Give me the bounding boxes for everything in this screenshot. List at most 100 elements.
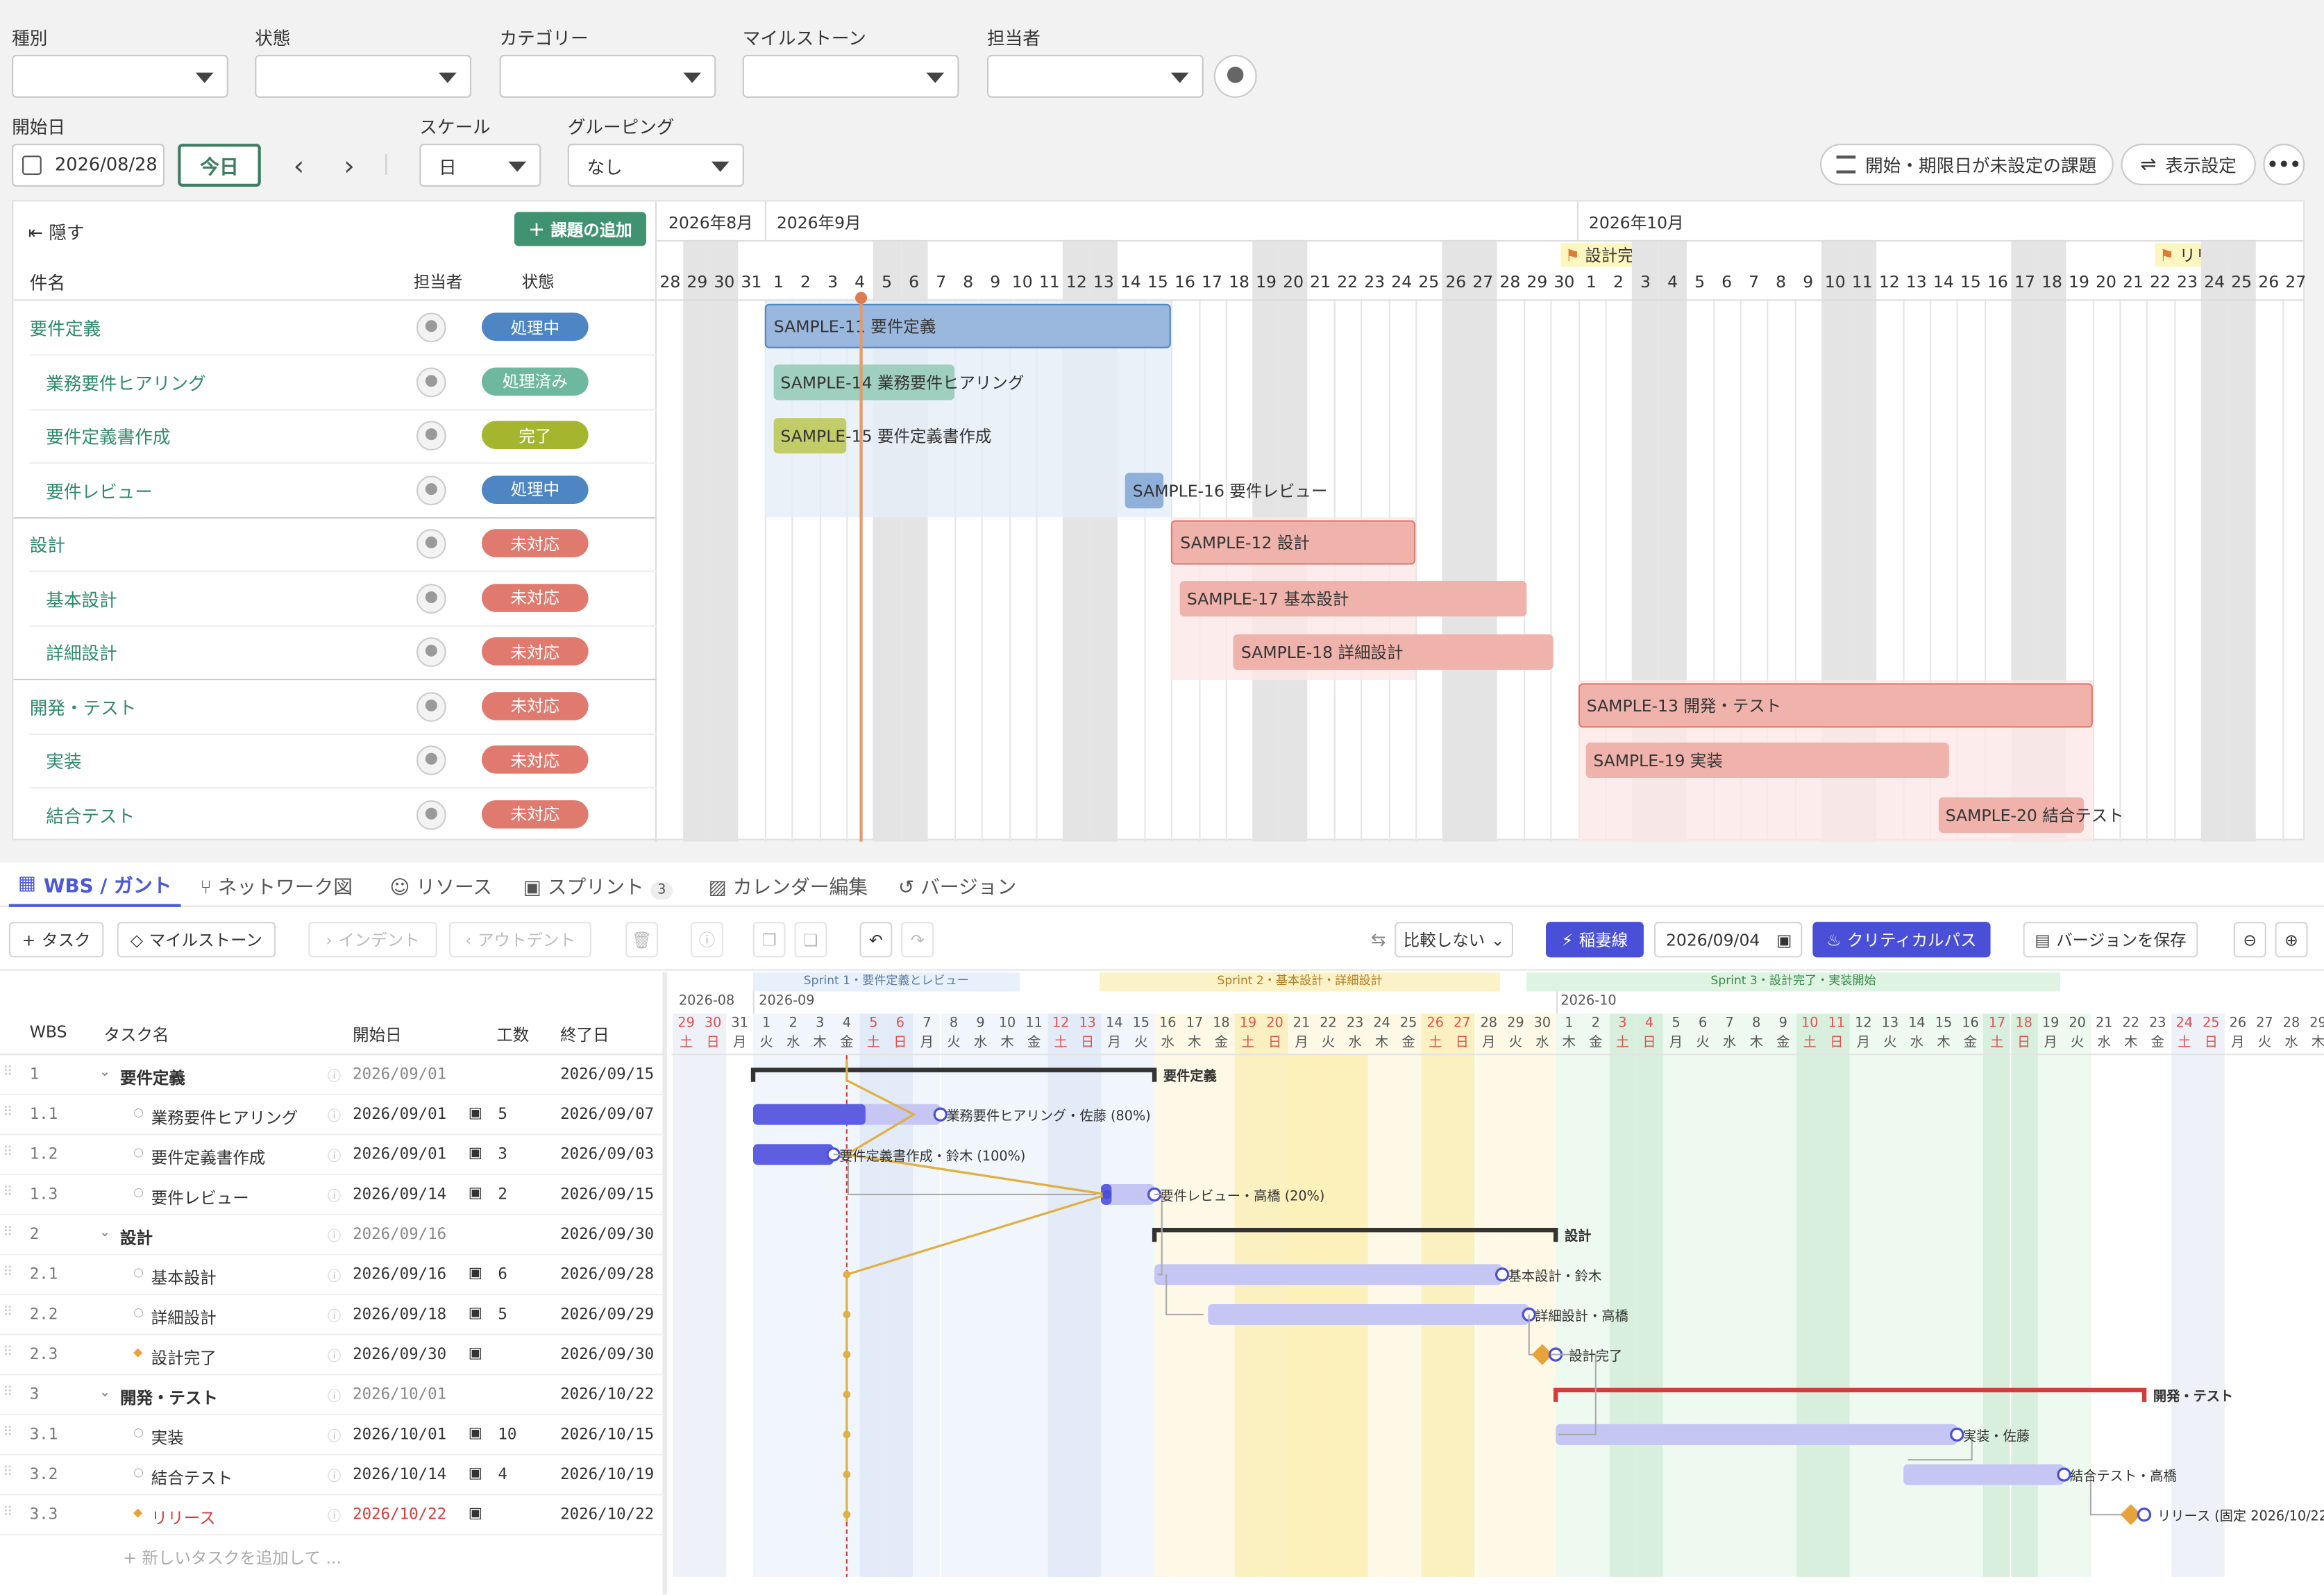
status-select[interactable] (255, 55, 471, 98)
effort[interactable]: 5 (498, 1306, 507, 1324)
gantt-bar[interactable]: SAMPLE-17 基本設計 (1179, 580, 1526, 616)
calendar-icon[interactable]: ▣ (469, 1146, 482, 1162)
drag-handle-icon[interactable]: ⠿ (3, 1226, 12, 1240)
tab-network[interactable]: ⑂ ネットワーク図 (200, 871, 353, 900)
summary-bar[interactable] (750, 1067, 1157, 1082)
paste-button[interactable]: ❏ (794, 922, 827, 958)
issue-name[interactable]: 設計 (30, 532, 65, 557)
task-name[interactable]: 詳細設計 (151, 1306, 217, 1329)
tab-resource[interactable]: ☺ リソース (390, 871, 492, 900)
indent-button[interactable]: › インデント (308, 922, 437, 958)
calendar-icon[interactable]: ▣ (469, 1466, 482, 1482)
effort[interactable]: 2 (498, 1185, 507, 1204)
calendar-icon[interactable]: ▣ (469, 1185, 482, 1201)
status-badge[interactable]: 処理中 (481, 312, 589, 341)
task-name[interactable]: 業務要件ヒアリング (151, 1106, 298, 1129)
task-bar[interactable] (1556, 1424, 1957, 1445)
gantt-bar[interactable]: SAMPLE-11 要件定義 (764, 303, 1172, 348)
avatar[interactable] (416, 312, 446, 343)
task-name[interactable]: 設計 (120, 1226, 153, 1249)
table-row[interactable]: ⠿ 2.3 ◆ 設計完了 ⓘ 2026/09/30 ▣ 2026/09/30 (0, 1335, 664, 1376)
info-icon[interactable]: ⓘ (328, 1426, 341, 1444)
table-row[interactable]: ⠿ 1.3 ○ 要件レビュー ⓘ 2026/09/14 ▣ 2 2026/09/15 (0, 1175, 664, 1215)
assignee-avatar-button[interactable] (1213, 55, 1257, 98)
start-date[interactable]: 2026/09/30 (353, 1346, 446, 1364)
start-date[interactable]: 2026/10/22 (353, 1505, 446, 1524)
status-badge[interactable]: 未対応 (481, 583, 589, 611)
gantt-bar[interactable]: SAMPLE-14 業務要件ヒアリング (773, 364, 1024, 400)
gantt-bar[interactable]: SAMPLE-19 実装 (1585, 742, 1949, 778)
effort[interactable]: 4 (498, 1466, 507, 1484)
avatar[interactable] (416, 745, 446, 775)
task-bar[interactable] (1154, 1264, 1503, 1285)
avatar[interactable] (416, 691, 446, 721)
category-select[interactable] (499, 55, 716, 98)
task-bar[interactable] (1208, 1303, 1529, 1325)
summary-bar[interactable] (1152, 1228, 1558, 1242)
zoom-out-button[interactable]: ⊖ (2233, 922, 2266, 958)
avatar[interactable] (416, 475, 446, 505)
info-icon[interactable]: ⓘ (328, 1306, 341, 1325)
start-date-input[interactable]: 2026/08/28 (12, 144, 165, 187)
info-button[interactable]: ⓘ (691, 922, 723, 958)
tab-sprint[interactable]: ▣ スプリント 3 (523, 871, 674, 900)
calendar-icon[interactable]: ▣ (469, 1426, 482, 1442)
chevron-down-icon[interactable]: ⌄ (99, 1226, 110, 1240)
table-row[interactable]: ⠿ 3 ⌄ 開発・テスト ⓘ 2026/10/01 2026/10/22 (0, 1375, 664, 1416)
task-name[interactable]: 設計完了 (151, 1346, 217, 1369)
dependency-handle[interactable] (2137, 1508, 2152, 1522)
status-badge[interactable]: 完了 (481, 421, 589, 449)
status-badge[interactable]: 未対応 (481, 637, 589, 666)
delete-button[interactable]: 🗑 (625, 922, 659, 958)
dependency-handle[interactable] (2057, 1467, 2071, 1482)
issue-name[interactable]: 実装 (46, 748, 81, 773)
start-date[interactable]: 2026/09/01 (353, 1065, 446, 1083)
issue-name[interactable]: 要件レビュー (46, 478, 153, 503)
table-row[interactable]: ⠿ 1 ⌄ 要件定義 ⓘ 2026/09/01 2026/09/15 (0, 1055, 664, 1095)
info-icon[interactable]: ⓘ (328, 1185, 341, 1205)
calendar-icon[interactable]: ▣ (469, 1265, 482, 1281)
table-row[interactable]: ⠿ 2.2 ○ 詳細設計 ⓘ 2026/09/18 ▣ 5 2026/09/29 (0, 1295, 664, 1335)
start-date[interactable]: 2026/09/16 (353, 1265, 446, 1283)
zoom-in-button[interactable]: ⊕ (2275, 922, 2308, 958)
critical-path-button[interactable]: ♨ クリティカルパス (1812, 922, 1991, 958)
task-name[interactable]: 基本設計 (151, 1265, 217, 1289)
more-button[interactable]: ••• (2263, 144, 2305, 185)
calendar-icon[interactable]: ▣ (469, 1306, 482, 1322)
drag-handle-icon[interactable]: ⠿ (3, 1466, 12, 1480)
type-select[interactable] (12, 55, 228, 98)
compare-select[interactable]: 比較しない ⌄ (1395, 922, 1514, 958)
info-icon[interactable]: ⓘ (328, 1466, 341, 1485)
status-badge[interactable]: 処理済み (481, 366, 589, 396)
info-icon[interactable]: ⓘ (328, 1106, 341, 1124)
start-date[interactable]: 2026/09/01 (353, 1106, 446, 1124)
status-badge[interactable]: 未対応 (481, 529, 589, 557)
drag-handle-icon[interactable]: ⠿ (3, 1106, 12, 1120)
save-version-button[interactable]: ▤ バージョンを保存 (2023, 922, 2198, 958)
avatar[interactable] (416, 799, 446, 829)
issue-name[interactable]: 基本設計 (46, 586, 117, 611)
issue-name[interactable]: 業務要件ヒアリング (46, 370, 206, 395)
table-row[interactable]: ⠿ 3.2 ○ 結合テスト ⓘ 2026/10/14 ▣ 4 2026/10/19 (0, 1455, 664, 1496)
table-row[interactable]: ⠿ 2.1 ○ 基本設計 ⓘ 2026/09/16 ▣ 6 2026/09/28 (0, 1256, 664, 1296)
gantt-bar[interactable]: SAMPLE-16 要件レビュー (1125, 472, 1327, 508)
scale-select[interactable]: 日 (419, 144, 541, 187)
issue-name[interactable]: 結合テスト (46, 802, 135, 827)
summary-bar[interactable] (1553, 1387, 2147, 1402)
effort[interactable]: 10 (498, 1426, 516, 1444)
avatar[interactable] (416, 637, 446, 667)
start-date[interactable]: 2026/09/01 (353, 1146, 446, 1164)
gantt-bar[interactable]: SAMPLE-13 開発・テスト (1577, 682, 2093, 727)
drag-handle-icon[interactable]: ⠿ (3, 1426, 12, 1440)
lightning-line-button[interactable]: ⚡ 稲妻線 (1546, 922, 1644, 958)
task-name[interactable]: 要件レビュー (151, 1185, 249, 1209)
undo-button[interactable]: ↶ (859, 922, 893, 958)
calendar-icon[interactable]: ▣ (469, 1106, 482, 1122)
status-badge[interactable]: 未対応 (481, 691, 589, 720)
gantt-bar[interactable]: SAMPLE-18 詳細設計 (1233, 634, 1553, 670)
start-date[interactable]: 2026/10/01 (353, 1426, 446, 1444)
status-badge[interactable]: 未対応 (481, 799, 589, 828)
hide-button[interactable]: ⇤ 隠す (28, 219, 85, 244)
start-date[interactable]: 2026/09/18 (353, 1306, 446, 1324)
grouping-select[interactable]: なし (567, 144, 744, 187)
